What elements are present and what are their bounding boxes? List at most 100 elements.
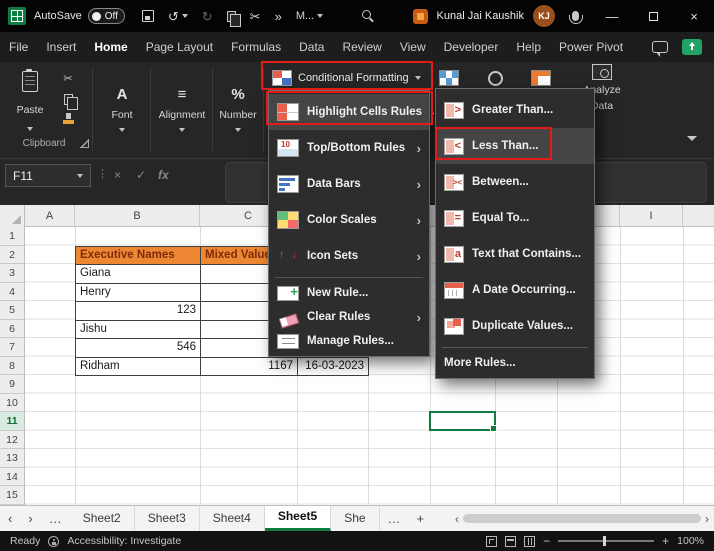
- row-header-7[interactable]: 7: [0, 338, 24, 357]
- tab-sheet2[interactable]: Sheet2: [70, 506, 135, 531]
- cell-b6[interactable]: Jishu: [76, 321, 201, 340]
- excel-logo-icon[interactable]: [8, 7, 26, 25]
- collapse-ribbon-chevron-icon[interactable]: [687, 136, 697, 141]
- menu-item-manage-rules[interactable]: Manage Rules...: [269, 329, 429, 353]
- row-header-11[interactable]: 11: [0, 412, 24, 431]
- row-header-10[interactable]: 10: [0, 394, 24, 413]
- menu-item-color-scales[interactable]: Color Scales ›: [269, 202, 429, 238]
- scroll-right-icon[interactable]: ›: [705, 512, 709, 526]
- zoom-slider-thumb[interactable]: [603, 536, 606, 546]
- zoom-out-button[interactable]: −: [543, 534, 550, 548]
- cell-d8[interactable]: 16-03-2023: [298, 358, 369, 377]
- row-header-12[interactable]: 12: [0, 431, 24, 450]
- cut-button[interactable]: ✂: [56, 70, 80, 88]
- tabs-scroll-right-icon[interactable]: ›: [20, 511, 40, 526]
- row-header-5[interactable]: 5: [0, 301, 24, 320]
- qat-overflow-button[interactable]: »: [268, 0, 289, 32]
- qat-cut-button[interactable]: ✂: [243, 0, 268, 32]
- search-button[interactable]: [362, 10, 371, 19]
- cell-b3[interactable]: Giana: [76, 265, 201, 284]
- qat-doc-dropdown[interactable]: M...: [289, 0, 330, 32]
- menu-item-top-bottom-rules[interactable]: Top/Bottom Rules ›: [269, 130, 429, 166]
- menu-item-between[interactable]: Between...: [436, 164, 594, 200]
- copy-button[interactable]: [56, 90, 80, 108]
- menu-item-duplicate-values[interactable]: Duplicate Values...: [436, 308, 594, 344]
- microphone-icon[interactable]: [572, 11, 579, 21]
- minimize-button[interactable]: —: [596, 0, 628, 32]
- tabs-overflow-right-icon[interactable]: …: [380, 511, 409, 526]
- tabs-scroll-left-icon[interactable]: ‹: [0, 511, 20, 526]
- scrollbar-thumb[interactable]: [463, 514, 701, 523]
- column-header-a[interactable]: A: [25, 205, 75, 227]
- tab-sheet5[interactable]: Sheet5: [265, 506, 331, 531]
- paste-button[interactable]: Paste: [8, 68, 52, 134]
- tab-formulas[interactable]: Formulas: [222, 32, 290, 62]
- tab-sheet4[interactable]: Sheet4: [200, 506, 265, 531]
- alignment-group-button[interactable]: ≡ Alignment: [154, 67, 210, 151]
- cell-b4[interactable]: Henry: [76, 284, 201, 303]
- save-button[interactable]: [135, 0, 161, 32]
- menu-item-more-rules[interactable]: More Rules...: [436, 351, 594, 375]
- close-button[interactable]: ×: [678, 0, 710, 32]
- tab-sheet-truncated[interactable]: She: [331, 506, 379, 531]
- clipboard-dialog-launcher-icon[interactable]: [80, 139, 89, 148]
- row-header-4[interactable]: 4: [0, 283, 24, 302]
- tab-page-layout[interactable]: Page Layout: [137, 32, 222, 62]
- avatar[interactable]: KJ: [533, 5, 555, 27]
- menu-item-highlight-cells-rules[interactable]: Highlight Cells Rules ›: [269, 94, 429, 130]
- row-header-3[interactable]: 3: [0, 264, 24, 283]
- column-header-i[interactable]: I: [620, 205, 683, 227]
- selected-cell-f11[interactable]: [429, 411, 496, 431]
- row-header-15[interactable]: 15: [0, 486, 24, 505]
- menu-item-less-than[interactable]: Less Than...: [436, 128, 594, 164]
- row-header-8[interactable]: 8: [0, 357, 24, 376]
- tab-file[interactable]: File: [0, 32, 37, 62]
- tab-review[interactable]: Review: [333, 32, 390, 62]
- new-sheet-button[interactable]: +: [409, 511, 433, 526]
- share-icon[interactable]: [682, 39, 702, 55]
- tabs-overflow-left-icon[interactable]: …: [41, 511, 70, 526]
- page-layout-view-icon[interactable]: [505, 536, 516, 547]
- cell-b2[interactable]: Executive Names: [76, 247, 201, 266]
- tab-developer[interactable]: Developer: [435, 32, 508, 62]
- accessibility-status[interactable]: Accessibility: Investigate: [67, 535, 181, 547]
- row-header-9[interactable]: 9: [0, 375, 24, 394]
- number-group-button[interactable]: % Number: [214, 67, 262, 151]
- tab-help[interactable]: Help: [507, 32, 550, 62]
- cell-b5[interactable]: 123: [76, 302, 201, 321]
- cell-b7[interactable]: 546: [76, 339, 201, 358]
- tab-power-pivot[interactable]: Power Pivot: [550, 32, 632, 62]
- menu-item-data-bars[interactable]: Data Bars ›: [269, 166, 429, 202]
- menu-item-clear-rules[interactable]: Clear Rules ›: [269, 305, 429, 329]
- tab-insert[interactable]: Insert: [37, 32, 85, 62]
- tab-data[interactable]: Data: [290, 32, 333, 62]
- scroll-left-icon[interactable]: ‹: [455, 512, 459, 526]
- autosave-toggle[interactable]: Off: [88, 8, 125, 24]
- insert-function-icon[interactable]: fx: [158, 168, 169, 182]
- tab-home[interactable]: Home: [85, 32, 136, 62]
- conditional-formatting-button[interactable]: Conditional Formatting: [266, 65, 428, 90]
- zoom-in-button[interactable]: +: [662, 534, 669, 548]
- qat-copy-button[interactable]: [220, 0, 243, 32]
- page-break-preview-icon[interactable]: [524, 536, 535, 547]
- row-header-13[interactable]: 13: [0, 449, 24, 468]
- menu-item-equal-to[interactable]: Equal To...: [436, 200, 594, 236]
- menu-item-a-date-occurring[interactable]: A Date Occurring...: [436, 272, 594, 308]
- cancel-icon[interactable]: ×: [114, 168, 121, 182]
- zoom-slider[interactable]: [558, 540, 654, 542]
- comments-icon[interactable]: [652, 41, 668, 53]
- menu-item-greater-than[interactable]: Greater Than...: [436, 92, 594, 128]
- undo-button[interactable]: ↺: [161, 0, 195, 32]
- format-painter-button[interactable]: [56, 110, 80, 128]
- horizontal-scrollbar[interactable]: ‹ ›: [450, 506, 714, 532]
- maximize-button[interactable]: [637, 0, 669, 32]
- menu-item-text-that-contains[interactable]: Text that Contains...: [436, 236, 594, 272]
- normal-view-icon[interactable]: [486, 536, 497, 547]
- notification-badge-icon[interactable]: [413, 9, 428, 24]
- user-name[interactable]: Kunal Jai Kaushik: [437, 10, 524, 22]
- row-header-1[interactable]: 1: [0, 227, 24, 246]
- tab-sheet3[interactable]: Sheet3: [135, 506, 200, 531]
- row-header-14[interactable]: 14: [0, 468, 24, 487]
- menu-item-icon-sets[interactable]: Icon Sets ›: [269, 238, 429, 274]
- font-group-button[interactable]: A Font: [96, 67, 148, 151]
